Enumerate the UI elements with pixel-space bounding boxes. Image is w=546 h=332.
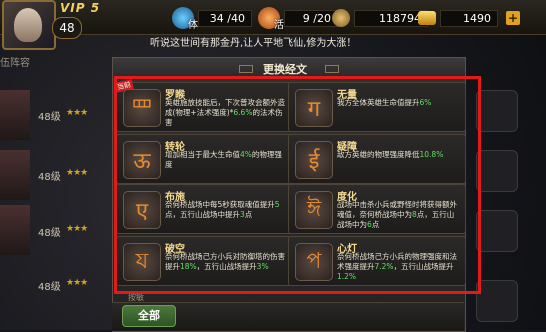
vip-label: VIP 5 <box>60 1 101 15</box>
equip-slot[interactable] <box>476 90 518 132</box>
copper-stat: 118794 <box>332 8 428 28</box>
equip-slot[interactable] <box>476 150 518 192</box>
gold-value: 1490 <box>440 9 498 27</box>
hero-stars: ★★★ <box>66 224 88 234</box>
highlight-frame <box>114 76 481 294</box>
lineup-title: 伍阵容 <box>0 58 30 69</box>
gold-ingot-icon <box>418 11 436 25</box>
hero-level: 48级 <box>38 172 61 183</box>
stamina-value: 34 /40 <box>198 9 252 27</box>
all-filter-button[interactable]: 全部 <box>122 305 176 327</box>
dialog-title: 更换经文 <box>263 63 307 76</box>
energy-icon: 活 <box>258 7 284 31</box>
energy-stat: 活 9 /20 <box>258 7 338 31</box>
player-level: 48 <box>52 17 82 39</box>
copper-coin-icon <box>332 9 350 27</box>
hero-stars: ★★★ <box>66 108 88 118</box>
avatar[interactable] <box>2 0 56 50</box>
equip-slot[interactable] <box>476 280 518 322</box>
hero-level: 48级 <box>38 282 61 293</box>
hero-level: 48级 <box>38 228 61 239</box>
gold-stat: 1490 + <box>418 8 520 28</box>
header-ornament-right <box>325 65 339 73</box>
hero-level: 48级 <box>38 112 61 123</box>
equip-slot[interactable] <box>476 210 518 252</box>
stamina-icon: 体 <box>172 7 198 31</box>
hero-card[interactable] <box>0 150 30 200</box>
hero-stars: ★★★ <box>66 278 88 288</box>
hero-card[interactable] <box>0 90 30 140</box>
marquee-text: 听说这世间有那金丹,让人平地飞仙,修为大涨！ <box>150 38 357 49</box>
energy-value: 9 /20 <box>284 9 338 27</box>
partial-card-label: 按敏 <box>128 293 144 302</box>
hero-card[interactable] <box>0 205 30 255</box>
add-gold-button[interactable]: + <box>506 11 520 25</box>
header-ornament-left <box>239 65 253 73</box>
copper-value: 118794 <box>354 9 428 27</box>
hero-stars: ★★★ <box>66 168 88 178</box>
avatar-face <box>14 8 42 42</box>
